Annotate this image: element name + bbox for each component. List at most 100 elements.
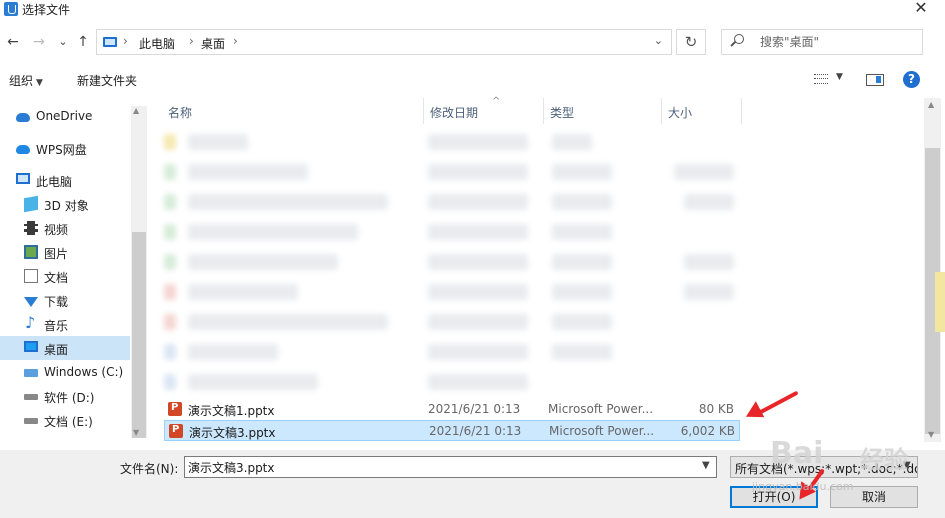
view-options-icon[interactable]: [814, 74, 828, 84]
file-size: 6,002 KB: [680, 424, 735, 438]
filename-dropdown-icon[interactable]: ▼: [702, 460, 710, 471]
new-folder-button[interactable]: 新建文件夹: [77, 72, 137, 89]
column-label: 名称: [168, 106, 193, 120]
organize-label: 组织: [9, 74, 34, 88]
chevron-down-icon: ▼: [36, 78, 43, 88]
watermark-url: jingyan.baidu.com: [752, 480, 854, 493]
title-bar: 选择文件 ✕: [0, 0, 945, 20]
powerpoint-file-icon: [169, 424, 183, 438]
sidebar-item-3d-objects[interactable]: 3D 对象: [0, 192, 130, 216]
sidebar-item-music[interactable]: 音乐: [0, 312, 130, 336]
back-arrow-icon[interactable]: ←: [4, 32, 22, 52]
sidebar-item-this-pc[interactable]: 此电脑: [0, 168, 130, 192]
video-icon: [24, 221, 38, 235]
navigation-bar: ← → ⌄ ↑ › 此电脑 › 桌面 › ⌄ ↻: [0, 28, 945, 58]
file-size: 80 KB: [698, 402, 734, 416]
cube-icon: [24, 195, 38, 213]
scroll-down-icon[interactable]: ▼: [133, 428, 139, 437]
sidebar-item-label: OneDrive: [36, 109, 93, 123]
sidebar-item-documents[interactable]: 文档: [0, 264, 130, 288]
column-label: 大小: [668, 106, 693, 120]
sidebar-item-label: Windows (C:): [44, 365, 124, 379]
download-icon: [24, 297, 38, 307]
music-icon: [24, 313, 38, 332]
sidebar-item-drive-e[interactable]: 文档 (E:): [0, 408, 130, 432]
column-header-size[interactable]: 大小: [662, 98, 742, 124]
sidebar-item-label: 桌面: [44, 343, 69, 357]
help-icon[interactable]: ?: [903, 71, 920, 88]
filename-label: 文件名(N):: [120, 462, 179, 476]
sidebar-item-label: 音乐: [44, 319, 69, 333]
scroll-up-icon[interactable]: ▲: [133, 106, 139, 115]
search-box[interactable]: [721, 29, 923, 55]
drive-icon: [24, 418, 38, 424]
close-icon[interactable]: ✕: [911, 0, 931, 17]
sidebar-item-label: 3D 对象: [44, 199, 89, 213]
watermark-brand-suffix: 经验: [860, 446, 908, 474]
file-row[interactable]: 演示文稿1.pptx 2021/6/21 0:13 Microsoft Powe…: [164, 399, 740, 420]
watermark-brand: Bai: [770, 436, 824, 471]
drive-icon: [24, 394, 38, 400]
document-icon: [24, 269, 38, 283]
recent-locations-chevron-icon[interactable]: ⌄: [54, 32, 72, 52]
sidebar-item-label: 文档 (E:): [44, 415, 93, 429]
address-dropdown-icon[interactable]: ⌄: [654, 34, 663, 47]
app-icon: [4, 2, 18, 16]
sidebar-item-label: 视频: [44, 223, 69, 237]
file-name: 演示文稿1.pptx: [188, 404, 275, 418]
address-bar[interactable]: › 此电脑 › 桌面 › ⌄: [96, 29, 672, 55]
file-list: 名称 ^ 修改日期 类型 大小 P 演示文稿1.pptx 2021/6/21 0…: [148, 96, 945, 444]
sidebar-item-label: 此电脑: [36, 175, 73, 189]
sidebar-item-onedrive[interactable]: OneDrive: [0, 104, 130, 128]
background-edge: [935, 272, 945, 332]
sidebar-item-videos[interactable]: 视频: [0, 216, 130, 240]
column-header-name[interactable]: 名称 ^: [162, 96, 500, 124]
sidebar-item-drive-d[interactable]: 软件 (D:): [0, 384, 130, 408]
desktop-icon: [24, 341, 38, 352]
search-input[interactable]: [760, 35, 910, 49]
sidebar-item-drive-c[interactable]: Windows (C:): [0, 360, 130, 384]
chevron-right-icon: ›: [123, 34, 128, 48]
scroll-up-icon[interactable]: ▲: [928, 100, 934, 109]
forward-arrow-icon[interactable]: →: [30, 32, 48, 52]
sidebar-item-label: 文档: [44, 271, 69, 285]
computer-icon: [103, 37, 117, 47]
file-date: 2021/6/21 0:13: [428, 402, 521, 416]
column-header-date[interactable]: 修改日期: [424, 98, 544, 124]
breadcrumb-this-pc[interactable]: 此电脑: [139, 35, 175, 52]
scroll-down-icon[interactable]: ▼: [928, 430, 934, 439]
chevron-right-icon: ›: [189, 34, 194, 48]
sidebar-item-label: 下载: [44, 295, 69, 309]
search-icon: [734, 34, 744, 44]
breadcrumb-desktop[interactable]: 桌面: [201, 35, 225, 52]
file-type: Microsoft Power...: [549, 424, 655, 438]
up-arrow-icon[interactable]: ↑: [74, 32, 92, 52]
cloud-icon: [16, 113, 30, 122]
preview-pane-icon[interactable]: [866, 74, 884, 86]
file-row-selected[interactable]: 演示文稿3.pptx 2021/6/21 0:13 Microsoft Powe…: [164, 420, 740, 441]
window-title: 选择文件: [22, 3, 71, 17]
sidebar-item-pictures[interactable]: 图片: [0, 240, 130, 264]
column-label: 修改日期: [430, 106, 479, 120]
refresh-button[interactable]: ↻: [676, 29, 706, 55]
navigation-pane: OneDrive WPS网盘 此电脑 3D 对象 视频 图片 文档 下载 音乐 …: [0, 96, 148, 444]
chevron-right-icon[interactable]: ›: [233, 34, 238, 48]
sidebar-item-label: 软件 (D:): [44, 391, 95, 405]
sidebar-scrollbar-thumb[interactable]: [132, 232, 146, 438]
column-label: 类型: [550, 106, 575, 120]
sidebar-item-desktop[interactable]: 桌面: [0, 336, 130, 360]
computer-icon: [16, 173, 30, 184]
command-toolbar: 组织 ▼ 新建文件夹 ▼ ?: [0, 68, 945, 92]
sidebar-item-label: 图片: [44, 247, 69, 261]
powerpoint-file-icon: [168, 402, 182, 416]
view-dropdown-icon[interactable]: ▼: [836, 72, 843, 82]
file-type: Microsoft Power...: [548, 402, 654, 416]
sidebar-item-downloads[interactable]: 下载: [0, 288, 130, 312]
sidebar-item-wps-drive[interactable]: WPS网盘: [0, 136, 130, 160]
drive-icon: [24, 369, 38, 377]
filename-input[interactable]: [184, 456, 717, 478]
column-header-type[interactable]: 类型: [544, 98, 662, 124]
file-name: 演示文稿3.pptx: [189, 426, 276, 440]
organize-menu[interactable]: 组织 ▼: [9, 72, 43, 89]
cloud-icon: [16, 145, 30, 154]
